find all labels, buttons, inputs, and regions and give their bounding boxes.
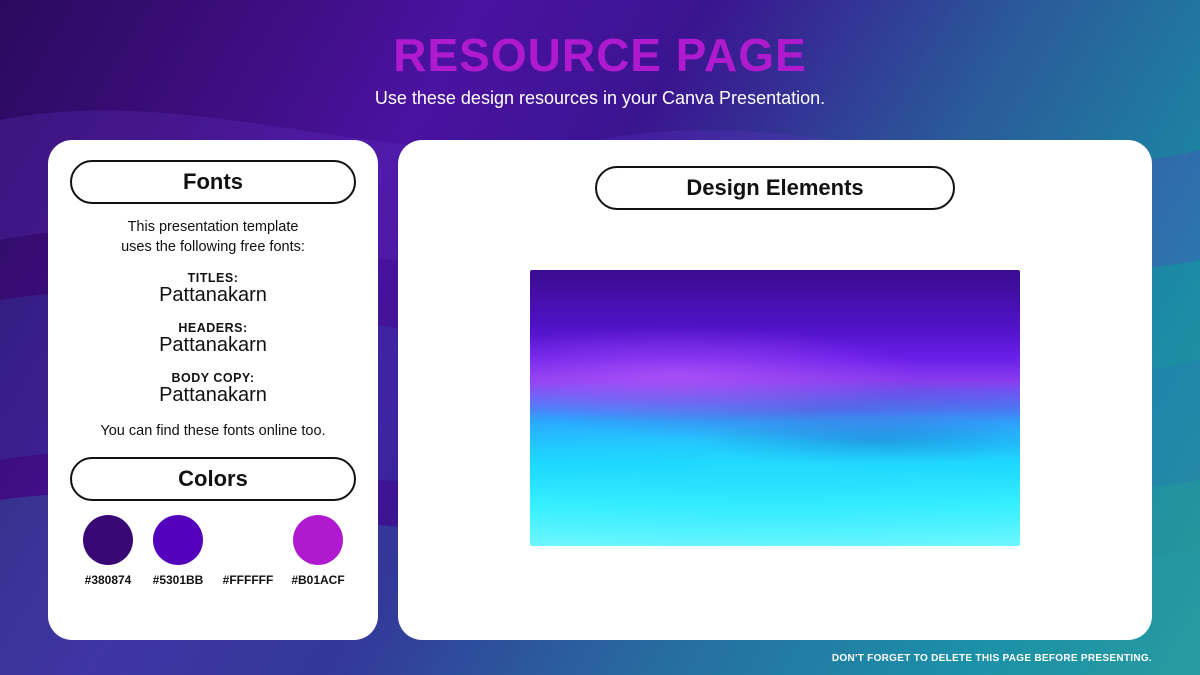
design-element-image bbox=[530, 270, 1020, 546]
swatch-3: #FFFFFF bbox=[216, 515, 280, 587]
swatch-label-2: #5301BB bbox=[153, 573, 204, 587]
font-name-headers: Pattanakarn bbox=[70, 334, 356, 357]
swatch-circle-1 bbox=[83, 515, 133, 565]
swatch-label-4: #B01ACF bbox=[291, 573, 344, 587]
swatch-2: #5301BB bbox=[146, 515, 210, 587]
fonts-intro-line1: This presentation template bbox=[128, 219, 299, 235]
colors-heading: Colors bbox=[70, 457, 356, 501]
fonts-intro-line2: uses the following free fonts: bbox=[121, 239, 305, 255]
font-group-headers: HEADERS: Pattanakarn bbox=[70, 321, 356, 357]
fonts-outro: You can find these fonts online too. bbox=[70, 423, 356, 439]
swatch-circle-2 bbox=[153, 515, 203, 565]
swatch-label-1: #380874 bbox=[85, 573, 132, 587]
font-name-body: Pattanakarn bbox=[70, 384, 356, 407]
swatch-row: #380874 #5301BB #FFFFFF #B01ACF bbox=[70, 515, 356, 587]
swatch-circle-4 bbox=[293, 515, 343, 565]
font-label-body: BODY COPY: bbox=[70, 371, 356, 385]
design-elements-card: Design Elements bbox=[398, 140, 1152, 640]
font-group-titles: TITLES: Pattanakarn bbox=[70, 271, 356, 307]
font-name-titles: Pattanakarn bbox=[70, 284, 356, 307]
swatch-4: #B01ACF bbox=[286, 515, 350, 587]
swatch-1: #380874 bbox=[76, 515, 140, 587]
swatch-circle-3 bbox=[223, 515, 273, 565]
font-group-body: BODY COPY: Pattanakarn bbox=[70, 371, 356, 407]
fonts-card: Fonts This presentation template uses th… bbox=[48, 140, 378, 640]
footer-note: DON'T FORGET TO DELETE THIS PAGE BEFORE … bbox=[832, 653, 1152, 664]
swatch-label-3: #FFFFFF bbox=[223, 573, 274, 587]
fonts-intro: This presentation template uses the foll… bbox=[70, 218, 356, 257]
font-label-headers: HEADERS: bbox=[70, 321, 356, 335]
font-label-titles: TITLES: bbox=[70, 271, 356, 285]
content-row: Fonts This presentation template uses th… bbox=[48, 140, 1152, 640]
fonts-heading: Fonts bbox=[70, 160, 356, 204]
design-elements-heading: Design Elements bbox=[595, 166, 955, 210]
